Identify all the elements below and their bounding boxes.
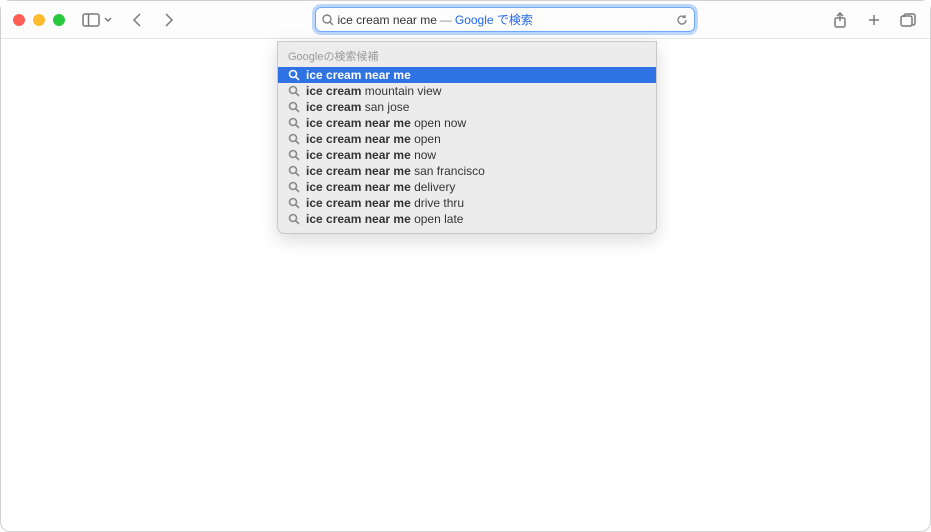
right-toolbar	[830, 10, 918, 30]
suggestion-text: ice cream near me open now	[306, 115, 466, 131]
suggestion-item[interactable]: ice cream san jose	[278, 99, 656, 115]
search-suggestions-dropdown: Googleの検索候補 ice cream near meice cream m…	[277, 41, 657, 234]
suggestion-item[interactable]: ice cream mountain view	[278, 83, 656, 99]
suggestion-item[interactable]: ice cream near me delivery	[278, 179, 656, 195]
suggestion-text: ice cream near me open late	[306, 211, 463, 227]
browser-toolbar: ice cream near me — Google で検索	[1, 1, 930, 39]
search-icon	[288, 69, 300, 81]
suggestions-header: Googleの検索候補	[278, 46, 656, 67]
search-icon	[322, 14, 334, 26]
window-controls	[13, 14, 65, 26]
search-icon	[288, 133, 300, 145]
search-icon	[288, 165, 300, 177]
search-icon	[288, 197, 300, 209]
suggestion-item[interactable]: ice cream near me	[278, 67, 656, 83]
nav-arrows	[127, 10, 179, 30]
share-button[interactable]	[830, 10, 850, 30]
suggestion-text: ice cream near me delivery	[306, 179, 455, 195]
address-text: ice cream near me — Google で検索	[338, 11, 533, 28]
reload-button[interactable]	[676, 14, 688, 26]
sidebar-icon	[81, 10, 101, 30]
search-icon	[288, 117, 300, 129]
suggestion-text: ice cream near me open	[306, 131, 441, 147]
suggestion-text: ice cream near me san francisco	[306, 163, 485, 179]
suggestion-item[interactable]: ice cream near me open late	[278, 211, 656, 227]
address-query: ice cream near me	[338, 13, 437, 27]
address-engine: Google で検索	[455, 11, 533, 28]
suggestion-text: ice cream mountain view	[306, 83, 441, 99]
address-separator: —	[440, 13, 452, 27]
new-tab-button[interactable]	[864, 10, 884, 30]
suggestion-item[interactable]: ice cream near me open now	[278, 115, 656, 131]
address-bar[interactable]: ice cream near me — Google で検索	[315, 7, 695, 32]
suggestion-text: ice cream near me drive thru	[306, 195, 464, 211]
suggestion-text: ice cream san jose	[306, 99, 409, 115]
search-icon	[288, 101, 300, 113]
chevron-down-icon	[103, 10, 113, 30]
search-icon	[288, 149, 300, 161]
search-icon	[288, 181, 300, 193]
suggestion-item[interactable]: ice cream near me open	[278, 131, 656, 147]
forward-button[interactable]	[159, 10, 179, 30]
tabs-overview-button[interactable]	[898, 10, 918, 30]
minimize-window-button[interactable]	[33, 14, 45, 26]
sidebar-toggle-button[interactable]	[81, 10, 113, 30]
suggestion-text: ice cream near me	[306, 67, 411, 83]
search-icon	[288, 213, 300, 225]
fullscreen-window-button[interactable]	[53, 14, 65, 26]
search-icon	[288, 85, 300, 97]
suggestion-item[interactable]: ice cream near me drive thru	[278, 195, 656, 211]
address-bar-container: ice cream near me — Google で検索	[195, 7, 814, 32]
close-window-button[interactable]	[13, 14, 25, 26]
suggestion-text: ice cream near me now	[306, 147, 436, 163]
suggestion-item[interactable]: ice cream near me san francisco	[278, 163, 656, 179]
suggestion-item[interactable]: ice cream near me now	[278, 147, 656, 163]
back-button[interactable]	[127, 10, 147, 30]
